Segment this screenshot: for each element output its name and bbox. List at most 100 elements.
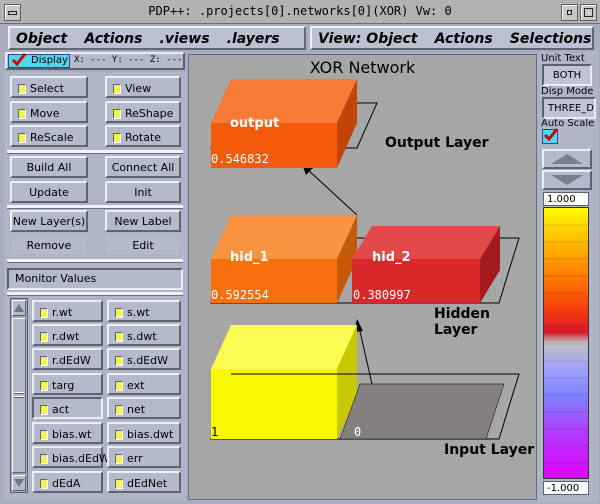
var-act[interactable]: act [32,397,103,419]
minimize-button[interactable] [561,4,578,21]
arrow-down-icon [551,175,583,185]
menu-actions[interactable]: Actions [84,31,142,47]
var-deda[interactable]: dEdA [32,471,103,493]
hidden-layer-label: Hidden Layer [434,306,491,338]
new-layer-button[interactable]: New Layer(s) [10,210,88,232]
indicator-icon [18,84,26,94]
indicator-icon [113,109,121,119]
connect-all-button[interactable]: Connect All [105,156,181,178]
view-menubar: View: Object Actions Selections [310,26,594,50]
var-s-dedw[interactable]: s.dEdW [107,348,181,370]
var-r-dedw[interactable]: r.dEdW [32,348,103,370]
unit-text-select[interactable]: BOTH [542,64,592,86]
maximize-button[interactable] [580,4,597,21]
output-layer-label: Output Layer [385,135,489,151]
input-layer-label: Input Layer [444,442,535,458]
indicator-icon [40,430,48,440]
indicator-icon [113,133,121,143]
tool-move[interactable]: Move [10,101,88,123]
var-targ[interactable]: targ [32,373,103,395]
indicator-icon [18,133,26,143]
indicator-icon [40,479,48,489]
main-menubar: Object Actions .views .layers [8,26,306,50]
check-icon [11,53,27,67]
scale-down-button[interactable] [542,170,592,190]
check-icon [543,128,559,142]
indicator-icon [18,109,26,119]
window-title-bar: PDP++: .projects[0].networks[0](XOR) Vw:… [0,0,600,24]
unit-value-input1: 1 [211,425,219,439]
disp-mode-label: Disp Mode [541,86,594,97]
indicator-icon [115,405,123,415]
display-toggle[interactable]: Display [8,53,70,68]
indicator-icon [115,356,123,366]
menu-view-actions[interactable]: Actions [435,31,493,47]
var-ext[interactable]: ext [107,373,181,395]
indicator-icon [115,479,123,489]
unit-front [211,369,337,439]
indicator-icon [40,308,48,318]
tool-rotate[interactable]: Rotate [105,125,181,147]
var-r-dwt[interactable]: r.dwt [32,324,103,346]
tool-select[interactable]: Select [10,76,88,98]
menu-layers[interactable]: .layers [227,31,280,47]
unit-label-hid1: hid_1 [230,250,269,265]
indicator-icon [40,381,48,391]
menu-views[interactable]: .views [160,31,210,47]
menu-object[interactable]: Object [16,31,67,47]
indicator-icon [115,454,123,464]
scale-min-value[interactable]: -1.000 [543,481,589,495]
scale-max-value[interactable]: 1.000 [543,192,589,206]
update-button[interactable]: Update [10,181,88,203]
var-s-dwt[interactable]: s.dwt [107,324,181,346]
separator [7,292,183,296]
var-err[interactable]: err [107,446,181,468]
unit-top [211,325,357,369]
indicator-icon [40,454,48,464]
arrow-up-icon [551,154,583,164]
window-title: PDP++: .projects[0].networks[0](XOR) Vw:… [148,4,452,18]
separator [7,150,183,154]
disp-mode-select[interactable]: THREE_D [542,97,596,119]
variables-scrollbar[interactable] [10,298,28,493]
arrow-down-icon [14,479,24,487]
separator [7,259,183,263]
scale-up-button[interactable] [542,149,592,169]
indicator-icon [115,332,123,342]
new-label-button[interactable]: New Label [105,210,181,232]
var-bias-dedw[interactable]: bias.dEdW [32,446,110,468]
indicator-icon [115,381,123,391]
monitor-values-header: Monitor Values [7,268,183,290]
grip-icon [14,396,24,398]
remove-button[interactable]: Remove [10,234,88,256]
indicator-icon [40,356,48,366]
unit-top [339,383,505,440]
indicator-icon [115,430,123,440]
var-bias-dwt[interactable]: bias.dwt [107,422,181,444]
var-s-wt[interactable]: s.wt [107,300,181,322]
indicator-icon [113,84,121,94]
var-bias-wt[interactable]: bias.wt [32,422,103,444]
auto-scale-checkbox[interactable] [542,128,559,144]
connection-line [358,326,373,385]
edit-button[interactable]: Edit [105,234,181,256]
separator [7,205,183,209]
unit-value-hid2: 0.380997 [353,288,411,302]
build-all-button[interactable]: Build All [10,156,88,178]
unit-value-hid1: 0.592554 [211,288,269,302]
indicator-icon [40,332,48,342]
scroll-thumb[interactable] [12,318,26,473]
menu-view-object[interactable]: View: Object [318,31,418,47]
var-dednet[interactable]: dEdNet [107,471,181,493]
indicator-icon [40,405,48,415]
tool-reshape[interactable]: ReShape [105,101,181,123]
scroll-down-button[interactable] [12,475,26,491]
network-canvas[interactable]: XOR Network output 0.546832 Output Layer… [188,54,537,500]
scroll-up-button[interactable] [12,300,26,316]
tool-view[interactable]: View [105,76,181,98]
var-r-wt[interactable]: r.wt [32,300,103,322]
tool-rescale[interactable]: ReScale [10,125,88,147]
var-net[interactable]: net [107,397,181,419]
init-button[interactable]: Init [105,181,181,203]
menu-selections[interactable]: Selections [510,31,592,47]
